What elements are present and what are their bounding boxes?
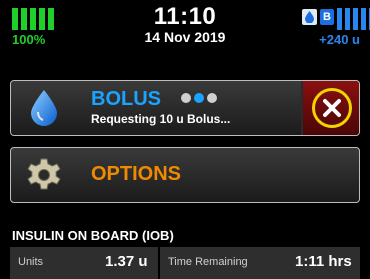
iob-panel: Units 1.37 u Time Remaining 1:11 hrs: [10, 247, 360, 279]
close-icon: [323, 99, 341, 117]
cancel-bolus-button[interactable]: [303, 81, 359, 135]
options-label: OPTIONS: [91, 163, 182, 185]
drop-icon: [19, 81, 69, 135]
iob-time-value: 1:11 hrs: [295, 253, 352, 270]
reservoir-icon: [337, 8, 370, 30]
gear-icon: [19, 148, 69, 202]
options-button[interactable]: OPTIONS: [10, 147, 360, 203]
reservoir-units: +240 u: [319, 32, 360, 47]
iob-heading: INSULIN ON BOARD (IOB): [12, 228, 174, 243]
iob-units-label: Units: [18, 256, 44, 268]
bolus-status-panel: BOLUS Requesting 10 u Bolus...: [11, 81, 301, 135]
cancel-ring: [312, 88, 352, 128]
progress-dots-icon: [181, 93, 217, 103]
bolus-status-row: BOLUS Requesting 10 u Bolus...: [10, 80, 360, 136]
iob-units-value: 1.37 u: [105, 253, 148, 270]
mode-badge: B: [320, 9, 334, 25]
insulin-drop-icon: [302, 9, 317, 25]
iob-time-label: Time Remaining: [168, 256, 248, 268]
bolus-request-status: Requesting 10 u Bolus...: [91, 112, 231, 126]
iob-divider: [158, 247, 160, 279]
pump-screen: 100% 11:10 14 Nov 2019 B +240 u BOLUS Re…: [0, 0, 370, 279]
clock-date: 14 Nov 2019: [144, 29, 226, 45]
bolus-title: BOLUS: [91, 88, 161, 110]
